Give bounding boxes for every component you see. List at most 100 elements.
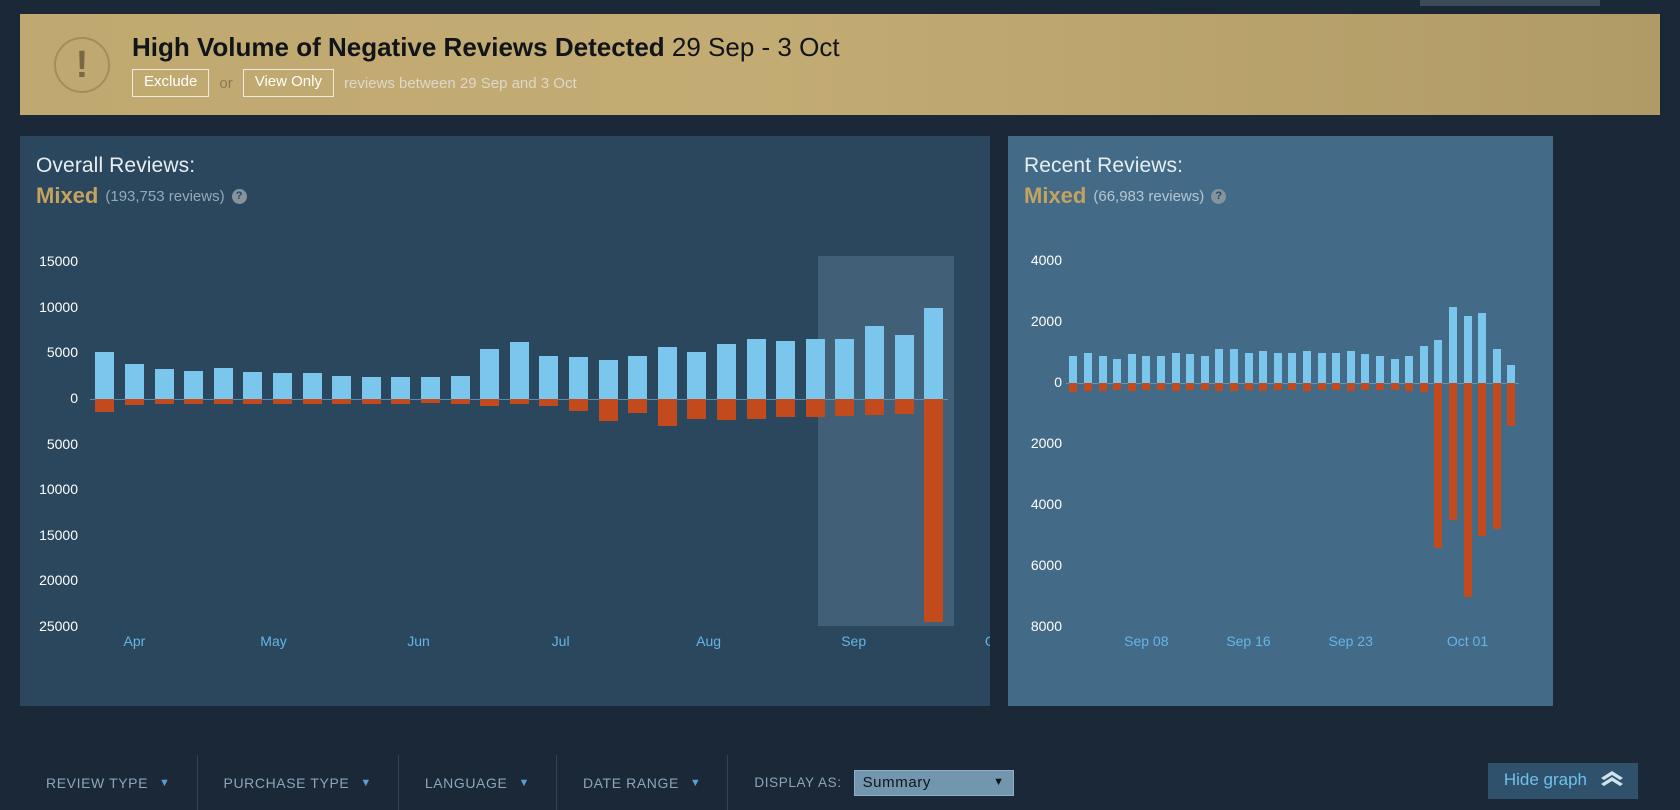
negative-review-bar[interactable] bbox=[924, 399, 944, 623]
negative-review-bar[interactable] bbox=[1288, 383, 1297, 391]
negative-review-bar[interactable] bbox=[95, 399, 115, 412]
negative-review-bar[interactable] bbox=[480, 399, 500, 407]
positive-review-bar[interactable] bbox=[95, 351, 115, 399]
negative-review-bar[interactable] bbox=[1083, 383, 1092, 391]
positive-review-bar[interactable] bbox=[1098, 355, 1107, 383]
negative-review-bar[interactable] bbox=[776, 399, 796, 418]
positive-review-bar[interactable] bbox=[1317, 352, 1326, 383]
negative-review-bar[interactable] bbox=[1492, 383, 1501, 530]
positive-review-bar[interactable] bbox=[1419, 346, 1428, 383]
negative-review-bar[interactable] bbox=[1127, 383, 1136, 391]
filter-purchase-type[interactable]: PURCHASE TYPE ▼ bbox=[198, 755, 399, 810]
positive-review-bar[interactable] bbox=[1478, 312, 1487, 383]
negative-review-bar[interactable] bbox=[1113, 383, 1122, 391]
positive-review-bar[interactable] bbox=[1492, 349, 1501, 383]
negative-review-bar[interactable] bbox=[746, 399, 766, 420]
positive-review-bar[interactable] bbox=[1332, 352, 1341, 383]
positive-review-bar[interactable] bbox=[746, 338, 766, 399]
negative-review-bar[interactable] bbox=[1361, 383, 1370, 391]
negative-review-bar[interactable] bbox=[835, 399, 855, 417]
positive-review-bar[interactable] bbox=[598, 359, 618, 399]
positive-review-bar[interactable] bbox=[420, 377, 440, 399]
hide-graph-button[interactable]: Hide graph bbox=[1487, 763, 1638, 799]
positive-review-bar[interactable] bbox=[776, 340, 796, 399]
positive-review-bar[interactable] bbox=[1244, 352, 1253, 383]
positive-review-bar[interactable] bbox=[1200, 355, 1209, 383]
negative-review-bar[interactable] bbox=[1098, 383, 1107, 391]
positive-review-bar[interactable] bbox=[1083, 352, 1092, 383]
negative-review-bar[interactable] bbox=[302, 399, 322, 404]
positive-review-bar[interactable] bbox=[1273, 352, 1282, 383]
positive-review-bar[interactable] bbox=[1127, 354, 1136, 383]
positive-review-bar[interactable] bbox=[805, 338, 825, 399]
negative-review-bar[interactable] bbox=[1273, 383, 1282, 390]
positive-review-bar[interactable] bbox=[1302, 350, 1311, 383]
positive-review-bar[interactable] bbox=[864, 326, 884, 399]
display-as-select[interactable]: Summary ▼ bbox=[853, 769, 1014, 796]
negative-review-bar[interactable] bbox=[687, 399, 707, 420]
negative-review-bar[interactable] bbox=[272, 399, 292, 404]
negative-review-bar[interactable] bbox=[509, 399, 529, 405]
negative-review-bar[interactable] bbox=[1390, 383, 1399, 390]
negative-review-bar[interactable] bbox=[628, 399, 648, 413]
positive-review-bar[interactable] bbox=[213, 367, 233, 399]
positive-review-bar[interactable] bbox=[628, 356, 648, 399]
negative-review-bar[interactable] bbox=[1171, 383, 1180, 391]
positive-review-bar[interactable] bbox=[1156, 355, 1165, 383]
negative-review-bar[interactable] bbox=[894, 399, 914, 414]
positive-review-bar[interactable] bbox=[1463, 315, 1472, 383]
positive-review-bar[interactable] bbox=[1142, 355, 1151, 383]
negative-review-bar[interactable] bbox=[1478, 383, 1487, 536]
positive-review-bar[interactable] bbox=[184, 370, 204, 399]
positive-review-bar[interactable] bbox=[243, 371, 263, 399]
positive-review-bar[interactable] bbox=[1171, 352, 1180, 383]
negative-review-bar[interactable] bbox=[420, 399, 440, 403]
negative-review-bar[interactable] bbox=[864, 399, 884, 415]
positive-review-bar[interactable] bbox=[154, 368, 174, 399]
negative-review-bar[interactable] bbox=[1463, 383, 1472, 597]
negative-review-bar[interactable] bbox=[391, 399, 411, 404]
negative-review-bar[interactable] bbox=[124, 399, 144, 406]
positive-review-bar[interactable] bbox=[1113, 358, 1122, 383]
filter-date-range[interactable]: DATE RANGE ▼ bbox=[557, 755, 729, 810]
negative-review-bar[interactable] bbox=[568, 399, 588, 411]
positive-review-bar[interactable] bbox=[1069, 355, 1078, 383]
negative-review-bar[interactable] bbox=[213, 399, 233, 404]
positive-review-bar[interactable] bbox=[1288, 352, 1297, 383]
positive-review-bar[interactable] bbox=[1434, 340, 1443, 383]
positive-review-bar[interactable] bbox=[1259, 350, 1268, 383]
negative-review-bar[interactable] bbox=[598, 399, 618, 421]
negative-review-bar[interactable] bbox=[243, 399, 263, 404]
negative-review-bar[interactable] bbox=[184, 399, 204, 405]
negative-review-bar[interactable] bbox=[361, 399, 381, 404]
negative-review-bar[interactable] bbox=[1259, 383, 1268, 391]
filter-language[interactable]: LANGUAGE ▼ bbox=[399, 755, 557, 810]
help-icon[interactable]: ? bbox=[231, 188, 247, 204]
positive-review-bar[interactable] bbox=[124, 364, 144, 399]
negative-review-bar[interactable] bbox=[1200, 383, 1209, 391]
negative-review-bar[interactable] bbox=[1448, 383, 1457, 521]
view-only-button[interactable]: View Only bbox=[242, 69, 334, 97]
negative-review-bar[interactable] bbox=[657, 399, 677, 427]
positive-review-bar[interactable] bbox=[924, 307, 944, 399]
negative-review-bar[interactable] bbox=[1156, 383, 1165, 391]
negative-review-bar[interactable] bbox=[1142, 383, 1151, 390]
positive-review-bar[interactable] bbox=[687, 351, 707, 399]
positive-review-bar[interactable] bbox=[1346, 350, 1355, 383]
positive-review-bar[interactable] bbox=[361, 377, 381, 399]
negative-review-bar[interactable] bbox=[1069, 383, 1078, 392]
negative-review-bar[interactable] bbox=[1434, 383, 1443, 548]
negative-review-bar[interactable] bbox=[1215, 383, 1224, 391]
negative-review-bar[interactable] bbox=[805, 399, 825, 418]
negative-review-bar[interactable] bbox=[1186, 383, 1195, 390]
positive-review-bar[interactable] bbox=[302, 373, 322, 399]
negative-review-bar[interactable] bbox=[1405, 383, 1414, 391]
positive-review-bar[interactable] bbox=[716, 344, 736, 399]
negative-review-bar[interactable] bbox=[1375, 383, 1384, 390]
negative-review-bar[interactable] bbox=[1332, 383, 1341, 390]
positive-review-bar[interactable] bbox=[391, 377, 411, 399]
positive-review-bar[interactable] bbox=[509, 342, 529, 399]
negative-review-bar[interactable] bbox=[1229, 383, 1238, 391]
positive-review-bar[interactable] bbox=[332, 376, 352, 399]
positive-review-bar[interactable] bbox=[1405, 355, 1414, 383]
